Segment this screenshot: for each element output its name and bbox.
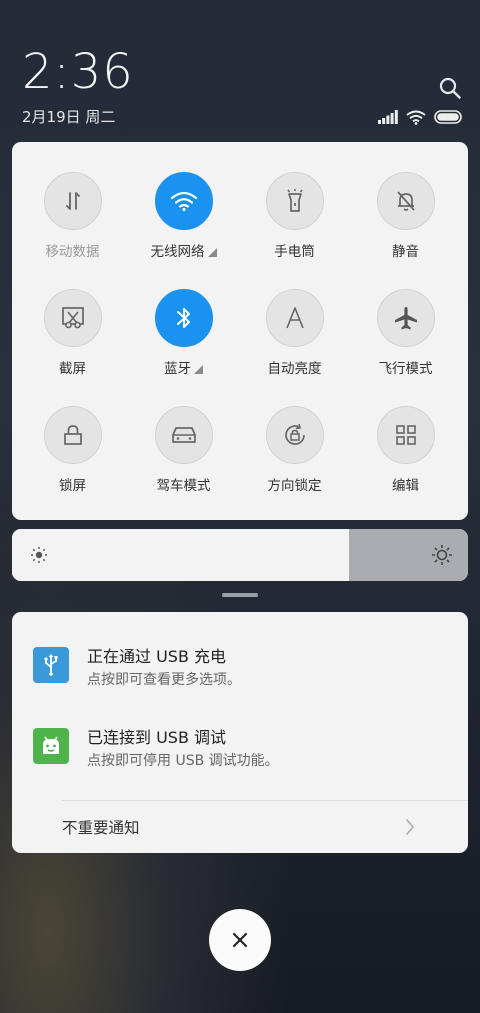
tile-label: 静音: [392, 244, 419, 260]
notification-card: 正在通过 USB 充电 点按即可查看更多选项。 已连接到 USB 调试 点按即可…: [12, 612, 468, 853]
tile-airplane[interactable]: 飞行模式: [350, 289, 461, 377]
mute-bell-icon: [376, 172, 435, 230]
lock-icon: [43, 406, 102, 464]
tile-label: 无线网络: [150, 244, 205, 260]
notification-subtitle: 点按即可查看更多选项。: [87, 672, 241, 688]
notification-title: 正在通过 USB 充电: [87, 647, 227, 666]
rotation-lock-icon: [265, 406, 324, 464]
brightness-high-icon: [431, 544, 453, 570]
brightness-fill: [12, 529, 349, 581]
divider: [62, 800, 468, 801]
unimportant-notifications-label: 不重要通知: [62, 819, 140, 837]
close-icon: [232, 932, 248, 948]
car-icon: [154, 406, 213, 464]
brightness-slider[interactable]: [12, 529, 468, 581]
wifi-icon: [154, 172, 213, 230]
tile-mobile-data[interactable]: 移动数据: [17, 172, 128, 260]
usb-icon: [33, 647, 69, 683]
quick-settings-panel: 移动数据 无线网络 手电筒 静音 截屏 蓝牙 自动亮度 飞行模式 锁屏 驾车模式…: [12, 142, 468, 520]
expand-triangle-icon: [207, 248, 217, 257]
tile-label: 方向锁定: [267, 478, 322, 494]
tile-label: 锁屏: [59, 478, 86, 494]
tile-label: 手电筒: [274, 244, 315, 260]
bluetooth-icon: [154, 289, 213, 347]
auto-brightness-icon: [265, 289, 324, 347]
tile-label: 编辑: [392, 478, 419, 494]
tile-label: 截屏: [59, 361, 86, 377]
mobile-data-icon: [43, 172, 102, 230]
tile-bluetooth[interactable]: 蓝牙: [128, 289, 239, 377]
tile-rotation-lock[interactable]: 方向锁定: [239, 406, 350, 494]
tile-edit[interactable]: 编辑: [350, 406, 461, 494]
tile-label: 移动数据: [45, 244, 100, 260]
tile-mute[interactable]: 静音: [350, 172, 461, 260]
tile-screenshot[interactable]: 截屏: [17, 289, 128, 377]
clock-time: 2:36: [22, 44, 134, 100]
wifi-status-icon: [406, 110, 426, 125]
clear-all-button[interactable]: [209, 909, 271, 971]
flashlight-icon: [265, 172, 324, 230]
search-icon[interactable]: [438, 76, 462, 100]
tile-lock[interactable]: 锁屏: [17, 406, 128, 494]
brightness-low-icon: [30, 546, 48, 568]
notification-title: 已连接到 USB 调试: [87, 728, 227, 747]
edit-grid-icon: [376, 406, 435, 464]
tile-label: 自动亮度: [267, 361, 322, 377]
android-debug-icon: [33, 728, 69, 764]
battery-icon: [434, 110, 462, 124]
tile-auto-brightness[interactable]: 自动亮度: [239, 289, 350, 377]
signal-icon: [378, 110, 398, 124]
tile-label: 蓝牙: [164, 361, 191, 377]
expand-triangle-icon: [194, 365, 203, 374]
clock-date: 2月19日 周二: [22, 108, 116, 126]
drag-handle[interactable]: [222, 593, 258, 597]
tile-driving-mode[interactable]: 驾车模式: [128, 406, 239, 494]
tile-label: 飞行模式: [378, 361, 433, 377]
tile-label: 驾车模式: [156, 478, 211, 494]
chevron-right-icon: [404, 817, 416, 841]
tile-flashlight[interactable]: 手电筒: [239, 172, 350, 260]
notification-subtitle: 点按即可停用 USB 调试功能。: [87, 753, 279, 769]
tile-wifi[interactable]: 无线网络: [128, 172, 239, 260]
status-bar-icons: [378, 108, 464, 126]
screenshot-icon: [43, 289, 102, 347]
airplane-icon: [376, 289, 435, 347]
